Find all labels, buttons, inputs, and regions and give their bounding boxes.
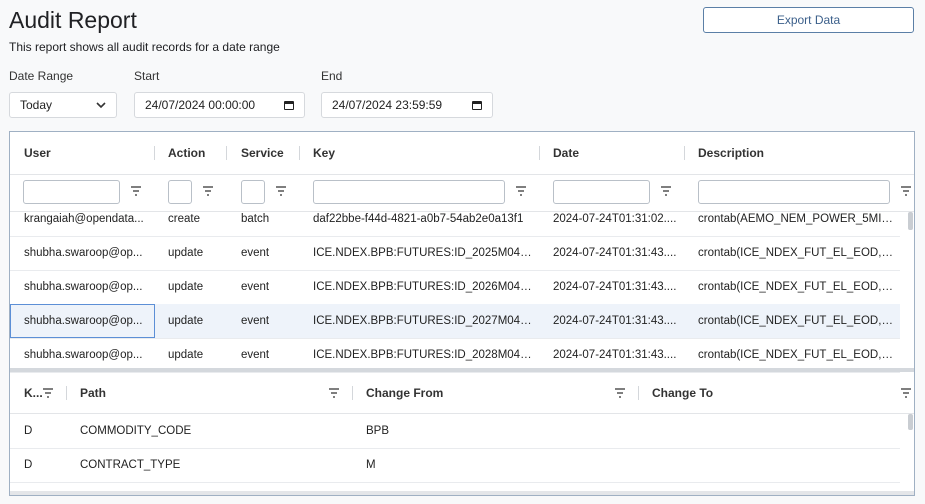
cell-action: update <box>168 349 204 361</box>
cell-service: event <box>241 281 270 293</box>
filter-icon[interactable] <box>42 386 54 400</box>
cell-date: 2024-07-24T01:31:43.... <box>553 349 677 361</box>
column-header-change-from[interactable]: Change From <box>366 372 443 414</box>
cell-description: crontab(ICE_NDEX_FUT_EL_EOD,2024-07-... <box>698 281 898 293</box>
detail-grid-header: K... Path Change From Change To <box>10 372 914 414</box>
filter-icon[interactable] <box>900 184 912 198</box>
cell-key: daf22bbe-f44d-4821-a0b7-54ab2e0a13f1 <box>313 213 524 225</box>
cell-description: crontab(AEMO_NEM_POWER_5MIN_PRIC... <box>698 213 898 225</box>
filter-icon[interactable] <box>660 184 672 198</box>
column-header-k[interactable]: K... <box>24 372 43 414</box>
horizontal-scrollbar[interactable] <box>10 491 914 495</box>
cell-path: COMMODITY_CODE <box>80 425 192 437</box>
cell-k: D <box>24 425 33 437</box>
cell-service: event <box>241 315 270 327</box>
column-header-key[interactable]: Key <box>313 132 335 174</box>
audit-grid: User Action Service Key Date Description… <box>9 131 915 496</box>
export-data-button[interactable]: Export Data <box>703 7 914 33</box>
cell-key: ICE.NDEX.BPB:FUTURES:ID_2027M04_202... <box>313 315 535 327</box>
cell-service: event <box>241 247 270 259</box>
cell-key: ICE.NDEX.BPB:FUTURES:ID_2026M04_202... <box>313 281 535 293</box>
cell-service: batch <box>241 213 270 225</box>
cell-date: 2024-07-24T01:31:43.... <box>553 315 677 327</box>
cell-user: shubha.swaroop@op... <box>24 349 143 361</box>
user-filter-input[interactable] <box>23 180 120 204</box>
cell-change-from: BPB <box>366 425 390 437</box>
column-separator[interactable] <box>352 386 353 400</box>
date-range-label: Date Range <box>9 69 74 83</box>
end-label: End <box>321 69 343 83</box>
column-separator[interactable] <box>638 386 639 400</box>
key-filter-input[interactable] <box>313 180 505 204</box>
cell-key: ICE.NDEX.BPB:FUTURES:ID_2028M04_202... <box>313 349 535 361</box>
filter-icon[interactable] <box>900 386 912 400</box>
cell-user: shubha.swaroop@op... <box>24 281 143 293</box>
cell-service: event <box>241 349 270 361</box>
cell-user: krangaiah@opendata... <box>24 213 144 225</box>
filter-icon[interactable] <box>275 184 287 198</box>
detail-row[interactable]: D CONTRACT_TYPE M <box>10 448 900 483</box>
cell-description: crontab(ICE_NDEX_FUT_EL_EOD,2024-07-... <box>698 247 898 259</box>
filter-icon[interactable] <box>515 184 527 198</box>
table-row[interactable]: shubha.swaroop@op... update event ICE.ND… <box>10 236 900 271</box>
table-row[interactable]: krangaiah@opendata... create batch daf22… <box>10 202 900 237</box>
cell-description: crontab(ICE_NDEX_FUT_EL_EOD,2024-07-... <box>698 349 898 361</box>
column-separator[interactable] <box>226 146 227 160</box>
audit-grid-header: User Action Service Key Date Description <box>10 132 914 175</box>
filter-icon[interactable] <box>202 184 214 198</box>
cell-action: update <box>168 247 204 259</box>
column-header-path[interactable]: Path <box>80 372 106 414</box>
calendar-icon[interactable] <box>284 100 294 110</box>
cell-path: CONTRACT_TYPE <box>80 459 181 471</box>
detail-row[interactable]: D COMMODITY_CODE BPB <box>10 414 900 449</box>
chevron-down-icon <box>96 98 106 112</box>
page-title: Audit Report <box>9 7 137 33</box>
column-separator[interactable] <box>154 146 155 160</box>
column-header-action[interactable]: Action <box>168 132 205 174</box>
column-header-date[interactable]: Date <box>553 132 579 174</box>
cell-user: shubha.swaroop@op... <box>24 315 143 327</box>
column-header-description[interactable]: Description <box>698 132 764 174</box>
cell-action: update <box>168 315 204 327</box>
start-datetime-value: 24/07/2024 00:00:00 <box>145 98 256 112</box>
cell-key: ICE.NDEX.BPB:FUTURES:ID_2025M04_202... <box>313 247 535 259</box>
end-datetime-value: 24/07/2024 23:59:59 <box>332 98 443 112</box>
date-range-select[interactable]: Today <box>9 92 117 118</box>
page-subtitle: This report shows all audit records for … <box>9 40 280 54</box>
cell-user: shubha.swaroop@op... <box>24 247 143 259</box>
table-row-selected[interactable]: shubha.swaroop@op... update event ICE.ND… <box>10 304 900 339</box>
date-range-value: Today <box>20 98 53 112</box>
table-row[interactable]: shubha.swaroop@op... update event ICE.ND… <box>10 270 900 305</box>
cell-k: D <box>24 459 33 471</box>
description-filter-input[interactable] <box>698 180 890 204</box>
filter-icon[interactable] <box>328 386 340 400</box>
column-separator[interactable] <box>299 146 300 160</box>
column-separator[interactable] <box>66 386 67 400</box>
cell-change-from: M <box>366 459 376 471</box>
column-separator[interactable] <box>684 146 685 160</box>
cell-date: 2024-07-24T01:31:43.... <box>553 281 677 293</box>
filter-icon[interactable] <box>614 386 626 400</box>
calendar-icon[interactable] <box>472 100 482 110</box>
cell-description: crontab(ICE_NDEX_FUT_EL_EOD,2024-07-... <box>698 315 898 327</box>
action-filter-input[interactable] <box>168 180 192 204</box>
start-datetime-input[interactable]: 24/07/2024 00:00:00 <box>134 92 305 118</box>
table-scrollbar[interactable] <box>908 212 913 230</box>
detail-scrollbar[interactable] <box>908 414 913 430</box>
service-filter-input[interactable] <box>241 180 265 204</box>
column-header-change-to[interactable]: Change To <box>652 372 713 414</box>
cell-date: 2024-07-24T01:31:02.... <box>553 213 677 225</box>
date-filter-input[interactable] <box>553 180 650 204</box>
column-separator[interactable] <box>539 146 540 160</box>
cell-action: update <box>168 281 204 293</box>
column-header-service[interactable]: Service <box>241 132 284 174</box>
cell-action: create <box>168 213 200 225</box>
start-label: Start <box>134 69 160 83</box>
column-header-user[interactable]: User <box>24 132 51 174</box>
cell-date: 2024-07-24T01:31:43.... <box>553 247 677 259</box>
filter-icon[interactable] <box>130 184 142 198</box>
end-datetime-input[interactable]: 24/07/2024 23:59:59 <box>321 92 493 118</box>
